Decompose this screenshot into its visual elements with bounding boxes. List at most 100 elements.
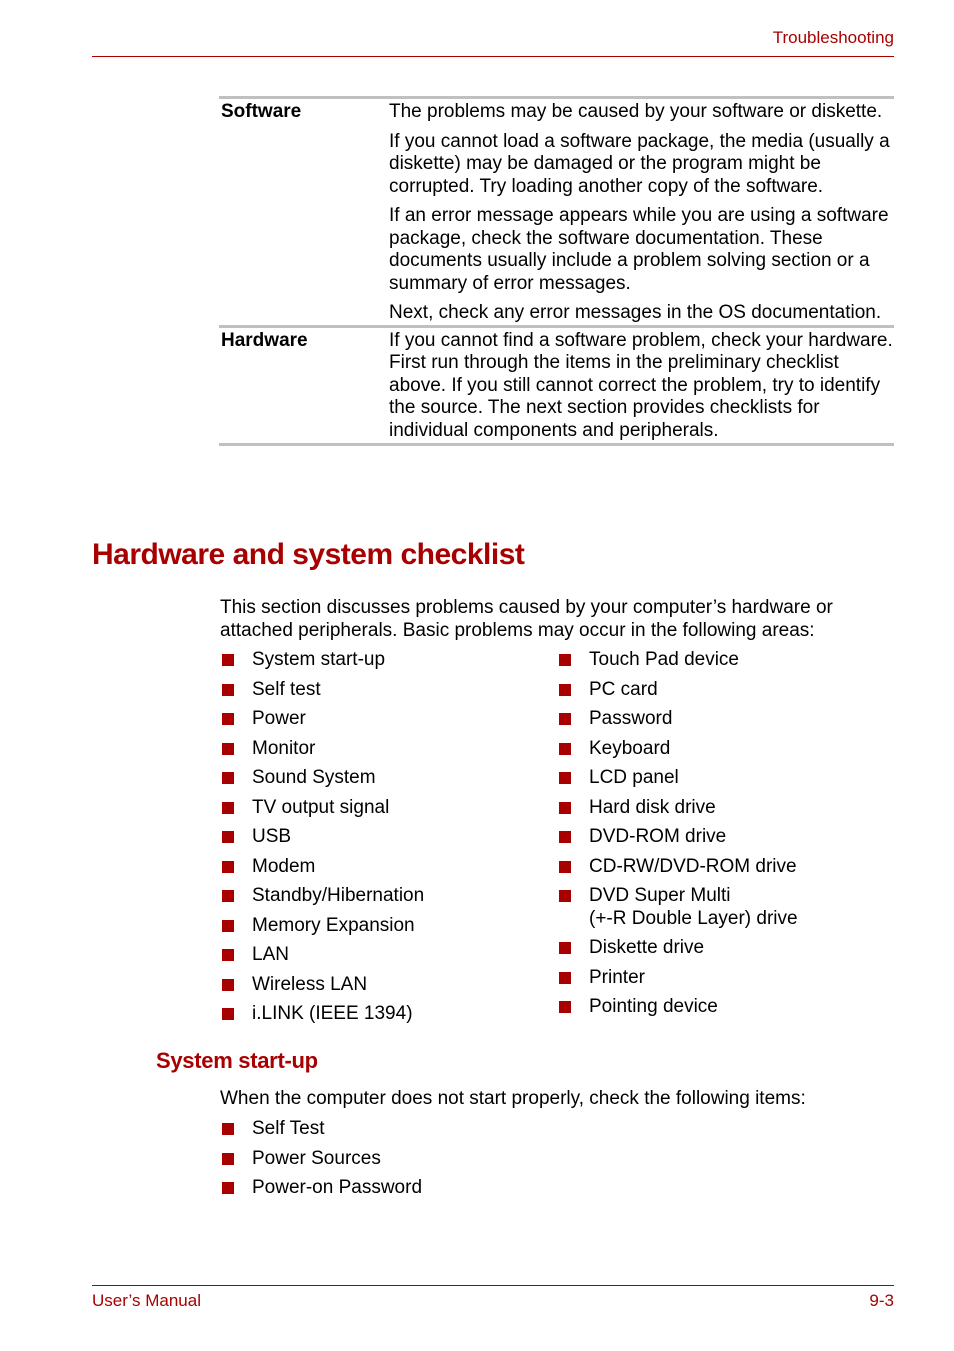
list-item: Self test bbox=[220, 679, 424, 702]
square-bullet-icon bbox=[222, 1008, 234, 1020]
list-item-label: Modem bbox=[252, 855, 316, 877]
square-bullet-icon bbox=[222, 683, 234, 696]
list-item-label: LCD panel bbox=[589, 767, 679, 788]
square-bullet-icon bbox=[222, 713, 234, 725]
list-item: Printer bbox=[557, 967, 798, 990]
table-paragraph: The problems may be caused by your softw… bbox=[389, 101, 883, 122]
footer-manual-title: User’s Manual bbox=[92, 1291, 201, 1310]
list-item-label: Sound System bbox=[252, 767, 376, 788]
square-bullet-icon bbox=[222, 1152, 234, 1165]
subsection-heading: System start-up bbox=[156, 1048, 318, 1073]
list-item-label: CD-RW/DVD-ROM drive bbox=[589, 855, 797, 877]
table-paragraph: If you cannot load a software package, t… bbox=[389, 130, 890, 197]
list-item: i.LINK (IEEE 1394) bbox=[220, 1003, 424, 1026]
list-item: USB bbox=[220, 826, 424, 849]
checklist-left-column: System start-up Self test Power Monitor Soun… bbox=[220, 649, 424, 1033]
table-row-label: Software bbox=[221, 101, 302, 122]
square-bullet-icon bbox=[559, 683, 571, 696]
list-item: LAN bbox=[220, 944, 424, 967]
subsection-intro: When the computer does not start properl… bbox=[220, 1088, 806, 1109]
startup-checklist: Self Test Power Sources Power-on Password bbox=[220, 1118, 422, 1207]
table-paragraph: If you cannot find a software problem, c… bbox=[389, 329, 893, 441]
table-row-content: If you cannot find a software problem, c… bbox=[389, 330, 894, 443]
list-item-label: DVD-ROM drive bbox=[589, 826, 727, 847]
list-item: Pointing device bbox=[557, 996, 798, 1019]
square-bullet-icon bbox=[222, 860, 234, 873]
list-item: Standby/Hibernation bbox=[220, 885, 424, 908]
square-bullet-icon bbox=[559, 890, 571, 902]
square-bullet-icon bbox=[559, 942, 571, 954]
footer-rule bbox=[92, 1285, 894, 1286]
list-item: Touch Pad device bbox=[557, 649, 798, 672]
list-item: DVD-ROM drive bbox=[557, 826, 798, 849]
square-bullet-icon bbox=[222, 801, 234, 814]
list-item-label: DVD Super Multi (+-R Double Layer) drive bbox=[589, 885, 798, 929]
troubleshooting-table: Software The problems may be caused by y… bbox=[219, 96, 894, 446]
list-item-label: Hard disk drive bbox=[589, 796, 716, 818]
table-row-label: Hardware bbox=[221, 329, 308, 351]
list-item: LCD panel bbox=[557, 767, 798, 790]
list-item-label: Self test bbox=[252, 678, 321, 700]
list-item: Hard disk drive bbox=[557, 797, 798, 820]
list-item-label: Standby/Hibernation bbox=[252, 885, 425, 906]
header-section-title: Troubleshooting bbox=[772, 28, 894, 47]
list-item: DVD Super Multi (+-R Double Layer) drive bbox=[557, 885, 798, 930]
list-item: Keyboard bbox=[557, 738, 798, 761]
list-item-label: Diskette drive bbox=[589, 937, 705, 958]
square-bullet-icon bbox=[559, 713, 571, 725]
list-item: Modem bbox=[220, 856, 424, 879]
list-item-label: Keyboard bbox=[589, 737, 671, 759]
square-bullet-icon bbox=[559, 742, 571, 755]
list-item-label: Touch Pad device bbox=[589, 649, 739, 670]
square-bullet-icon bbox=[559, 860, 571, 873]
list-item-label: System start-up bbox=[252, 649, 386, 670]
square-bullet-icon bbox=[559, 971, 571, 984]
list-item-label: Wireless LAN bbox=[252, 973, 368, 995]
square-bullet-icon bbox=[559, 1001, 571, 1013]
list-item-label: Pointing device bbox=[589, 996, 718, 1017]
list-item: System start-up bbox=[220, 649, 424, 672]
section-intro: This section discusses problems caused b… bbox=[220, 597, 833, 641]
list-item: Power Sources bbox=[220, 1148, 422, 1171]
list-item: Password bbox=[557, 708, 798, 731]
square-bullet-icon bbox=[222, 890, 234, 902]
list-item-label: Monitor bbox=[252, 737, 316, 759]
square-bullet-icon bbox=[559, 772, 571, 784]
list-item: Monitor bbox=[220, 738, 424, 761]
square-bullet-icon bbox=[222, 772, 234, 784]
list-item-label: Self Test bbox=[252, 1118, 325, 1139]
list-item: Wireless LAN bbox=[220, 974, 424, 997]
square-bullet-icon bbox=[559, 654, 571, 666]
list-item-label: LAN bbox=[252, 944, 289, 965]
table-row: Hardware If you cannot find a software p… bbox=[219, 324, 894, 446]
list-item-label: USB bbox=[252, 826, 292, 847]
list-item-label: Power-on Password bbox=[252, 1177, 423, 1198]
list-item: Sound System bbox=[220, 767, 424, 790]
square-bullet-icon bbox=[222, 831, 234, 843]
list-item-label: TV output signal bbox=[252, 796, 390, 818]
table-paragraph: If an error message appears while you ar… bbox=[389, 205, 889, 294]
table-row: Software The problems may be caused by y… bbox=[219, 96, 894, 325]
square-bullet-icon bbox=[222, 919, 234, 932]
section-heading: Hardware and system checklist bbox=[92, 538, 525, 571]
checklist-right-column: Touch Pad device PC card Password Keyboard L… bbox=[557, 649, 798, 1026]
list-item-label: i.LINK (IEEE 1394) bbox=[252, 1003, 413, 1024]
list-item: Diskette drive bbox=[557, 937, 798, 960]
list-item: CD-RW/DVD-ROM drive bbox=[557, 856, 798, 879]
list-item-label: Power Sources bbox=[252, 1147, 381, 1169]
list-item: PC card bbox=[557, 679, 798, 702]
list-item-label: Power bbox=[252, 708, 306, 729]
page-number: 9-3 bbox=[869, 1291, 894, 1310]
list-item: Memory Expansion bbox=[220, 915, 424, 938]
list-item: Power-on Password bbox=[220, 1177, 422, 1200]
header-rule bbox=[92, 56, 894, 57]
list-item-label: Password bbox=[589, 708, 673, 729]
list-item: Power bbox=[220, 708, 424, 731]
list-item-label: PC card bbox=[589, 678, 658, 700]
square-bullet-icon bbox=[222, 949, 234, 961]
list-item: Self Test bbox=[220, 1118, 422, 1141]
list-item-label: Memory Expansion bbox=[252, 914, 415, 936]
square-bullet-icon bbox=[222, 654, 234, 666]
square-bullet-icon bbox=[559, 831, 571, 843]
square-bullet-icon bbox=[222, 1123, 234, 1135]
